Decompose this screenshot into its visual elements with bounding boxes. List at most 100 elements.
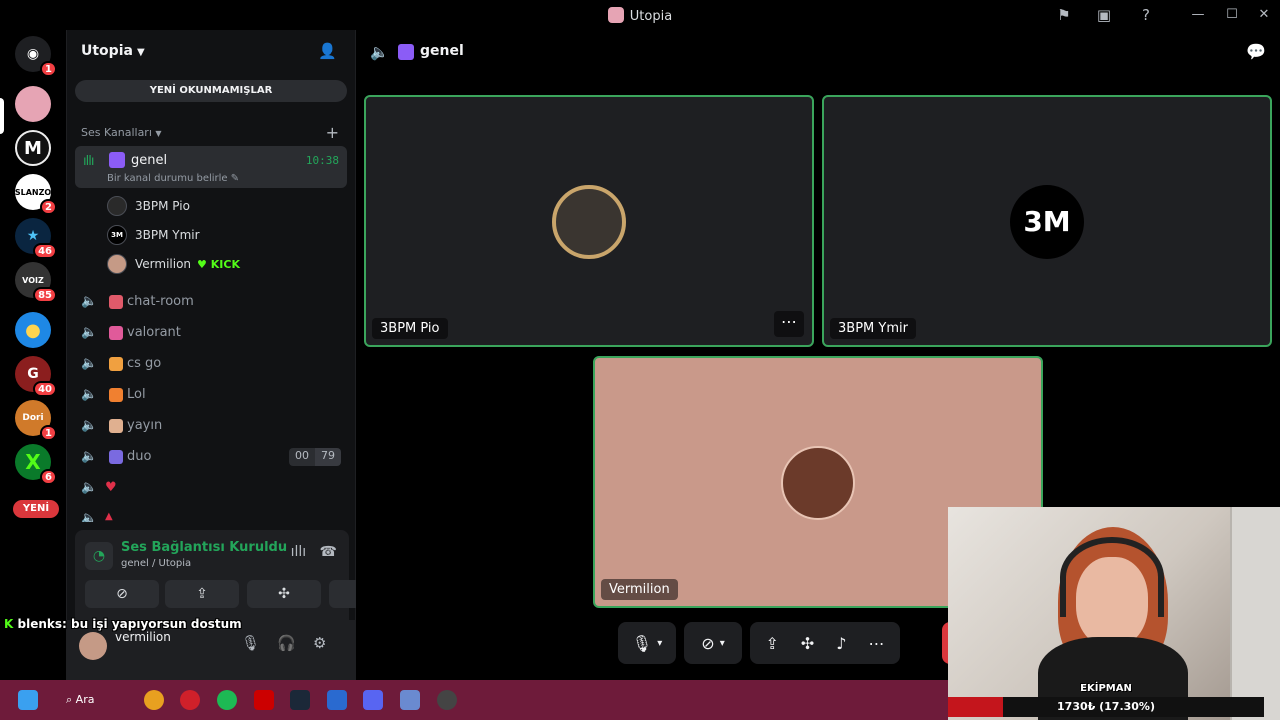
activities-button[interactable]: ✣ [247, 580, 321, 608]
maximize-button[interactable]: ☐ [1222, 5, 1242, 25]
close-button[interactable]: ✕ [1254, 5, 1274, 25]
window-title: Utopia [0, 7, 1280, 24]
channel-chat-room[interactable]: 🔈 chat-room [75, 287, 347, 318]
user-name[interactable]: vermilion [115, 630, 171, 644]
member-name: 3BPM Pio [135, 199, 190, 213]
noise-suppression-icon[interactable]: ıllı [291, 544, 307, 560]
obs-icon[interactable] [437, 690, 457, 710]
server-dori[interactable]: Dori 1 [15, 400, 57, 441]
call-timer: 10:38 [305, 154, 339, 167]
participant-avatar: 3M [1010, 185, 1084, 259]
channel-triangle[interactable]: 🔈 ▲ [75, 504, 347, 522]
search-icon: ⌕ [66, 693, 73, 706]
channel-lol[interactable]: 🔈 Lol [75, 380, 347, 411]
server-slanzo[interactable]: SLANZO 2 [15, 174, 57, 215]
steam-icon[interactable] [290, 690, 310, 710]
opera-icon[interactable] [180, 690, 200, 710]
minimize-button[interactable]: — [1188, 5, 1208, 25]
share-screen-button[interactable]: ⇪ [165, 580, 239, 608]
channel-title: genel [420, 43, 464, 59]
microphone-icon[interactable]: 🎙 [241, 634, 260, 652]
voice-activity-icon: ıllı [83, 154, 94, 169]
user-limit-badge: 00 79 [289, 448, 341, 466]
member-name: 3BPM Ymir [135, 228, 200, 242]
more-options-icon[interactable]: ⋯ [869, 634, 885, 653]
taskbar-search[interactable]: ⌕ Ara [66, 688, 122, 712]
microphone-icon: 🎙 [631, 633, 653, 653]
chat-bubble-icon[interactable]: 💬 [1246, 42, 1266, 61]
participant-name: 3BPM Pio [372, 318, 448, 339]
channel-duo[interactable]: 🔈 duo 00 79 [75, 442, 347, 473]
windows-start-icon[interactable] [18, 690, 38, 710]
camera-off-button[interactable]: ⊘ [85, 580, 159, 608]
title-bar: Utopia ⚑ ▣ ? — ☐ ✕ [0, 0, 1280, 30]
channel-genel[interactable]: ıllı genel 10:38 Bir kanal durumu belirl… [75, 146, 347, 188]
server-x[interactable]: X6 [15, 444, 57, 485]
channel-heart[interactable]: 🔈 ♥ [75, 473, 347, 504]
channel-status[interactable]: Bir kanal durumu belirle ✎ [107, 173, 239, 184]
spotify-icon[interactable] [217, 690, 237, 710]
server-header[interactable]: Utopia ▼ 👤 [67, 30, 355, 74]
call-header: 🔈 genel 💬 [356, 30, 1280, 74]
server-m[interactable]: M [15, 130, 51, 166]
disconnect-icon[interactable]: ☎ [320, 544, 337, 560]
voice-status-subtitle[interactable]: genel / Utopia [121, 558, 191, 569]
active-server-pill [0, 98, 4, 134]
add-member-icon[interactable]: 👤 [318, 42, 337, 60]
channel-cs-go[interactable]: 🔈 cs go [75, 349, 347, 380]
camera-off-icon: ⊘ [701, 633, 715, 653]
server-star[interactable]: ★ 46 [15, 218, 57, 259]
server-g[interactable]: G 40 [15, 356, 57, 397]
more-options-icon[interactable]: ⋯ [774, 311, 804, 337]
home-button[interactable]: ◉ 1 [15, 36, 57, 77]
channel-valorant[interactable]: 🔈 valorant [75, 318, 347, 349]
screen-share-icon[interactable]: ▣ [1094, 5, 1114, 25]
star-badge: 46 [33, 243, 57, 259]
red-app-icon[interactable] [254, 690, 274, 710]
new-unreads-bar[interactable]: YENİ OKUNMAMIŞLAR [75, 80, 347, 102]
participant-tile[interactable]: 3M 3BPM Ymir [822, 95, 1272, 347]
participant-avatar [552, 185, 626, 259]
settings-gear-icon[interactable]: ⚙ [313, 634, 326, 652]
taskbar: ⌕ Ara [0, 680, 948, 720]
server-yellow[interactable]: ● [15, 312, 51, 348]
help-icon[interactable]: ? [1136, 5, 1156, 25]
app-icon[interactable] [400, 690, 420, 710]
voice-status-title[interactable]: Ses Bağlantısı Kuruldu [121, 540, 287, 555]
heart-icon: ♥ [197, 258, 207, 271]
channel-emoji-icon [109, 152, 125, 168]
create-channel-icon[interactable]: + [326, 123, 339, 142]
participant-tile[interactable]: 3BPM Pio ⋯ [364, 95, 814, 347]
screen-share-icon[interactable]: ⇪ [765, 634, 778, 653]
chrome-icon[interactable] [144, 690, 164, 710]
utopia-server-icon [15, 86, 51, 122]
channel-emoji-icon [109, 295, 123, 309]
avatar[interactable] [79, 632, 107, 660]
channel-yayin[interactable]: 🔈 yayın [75, 411, 347, 442]
speaker-icon: 🔈 [81, 480, 98, 495]
stream-chat-overlay: K blenks: bu işi yapıyorsun dostum [4, 617, 242, 631]
flag-icon[interactable]: ⚑ [1054, 5, 1074, 25]
channel-name: yayın [127, 418, 163, 433]
m-server-icon: M [15, 130, 51, 166]
headset [1060, 537, 1164, 617]
server-voice[interactable]: VOIZ 85 [15, 262, 57, 303]
headphones-icon[interactable]: 🎧 [277, 634, 296, 652]
voice-member[interactable]: 3BPM Pio [107, 192, 355, 221]
signal-icon[interactable]: ◔ [85, 542, 113, 570]
discord-taskbar-icon[interactable] [363, 690, 383, 710]
voice-member[interactable]: Vermilion ♥ KICK [107, 250, 355, 279]
activities-icon[interactable]: ✣ [801, 634, 814, 653]
microphone-toggle[interactable]: 🎙 ▾ [618, 622, 676, 664]
voice-member[interactable]: 3M 3BPM Ymir [107, 221, 355, 250]
mail-icon[interactable] [327, 690, 347, 710]
dori-badge: 1 [40, 425, 57, 441]
soundboard-icon[interactable]: ♪ [836, 634, 846, 653]
server-utopia[interactable] [15, 86, 51, 122]
category-voice-channels[interactable]: Ses Kanalları ▼ + [67, 123, 355, 142]
new-unreads-badge[interactable]: YENİ [13, 500, 59, 518]
camera-toggle[interactable]: ⊘ ▾ [684, 622, 742, 664]
chat-message: : bu işi yapıyorsun dostum [62, 617, 242, 631]
server-list: ◉ 1 M SLANZO 2 ★ 46 VOIZ 85 ● G 40 Dori 1 X6 Y… [0, 30, 66, 680]
participant-name: Vermilion [601, 579, 678, 600]
